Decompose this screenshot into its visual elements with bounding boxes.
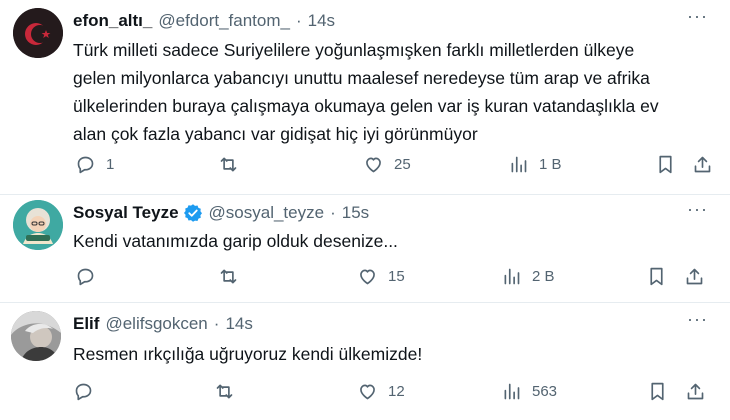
like-count: 25 — [394, 156, 411, 173]
reply-count: 1 — [106, 156, 115, 173]
avatar[interactable] — [13, 200, 63, 250]
views-count: 2 B — [532, 268, 555, 285]
views-button[interactable]: 2 B — [501, 266, 555, 287]
reply-icon — [77, 268, 94, 286]
action-bar: 1 25 1 B — [0, 154, 730, 178]
like-button[interactable]: 15 — [357, 266, 405, 287]
tweet-text: Türk milleti sadece Suriyelilere yoğunla… — [73, 36, 659, 148]
action-bar: 12 563 — [0, 381, 730, 405]
share-button[interactable] — [692, 154, 713, 175]
timestamp[interactable]: 15s — [342, 203, 369, 223]
more-icon[interactable]: ··· — [687, 309, 708, 330]
repost-icon — [220, 157, 237, 172]
tweet-text-line: Türk milleti sadece Suriyelilere yoğunla… — [73, 40, 635, 60]
bookmark-button[interactable] — [646, 266, 667, 287]
timestamp[interactable]: 14s — [225, 314, 252, 334]
views-icon — [504, 383, 520, 400]
views-button[interactable]: 1 B — [508, 154, 562, 175]
tweet-3[interactable]: Elif @elifsgokcen · 14s ··· Resmen ırkçı… — [0, 303, 730, 420]
like-button[interactable]: 25 — [363, 154, 411, 175]
reply-button[interactable] — [75, 266, 106, 287]
author-name[interactable]: Sosyal Teyze — [73, 203, 179, 223]
bookmark-button[interactable] — [647, 381, 668, 402]
tweet-text-line: Kendi vatanımızda garip olduk desenize..… — [73, 231, 398, 251]
tweet-2[interactable]: Sosyal Teyze @sosyal_teyze · 15s ··· Ken… — [0, 195, 730, 302]
separator-dot: · — [295, 11, 302, 30]
tweet-text: Kendi vatanımızda garip olduk desenize..… — [73, 227, 398, 255]
share-icon — [686, 268, 703, 285]
separator-dot: · — [213, 314, 220, 333]
bookmark-icon — [659, 155, 672, 174]
avatar-photo-icon — [11, 311, 61, 361]
tweet-text: Resmen ırkçılığa uğruyoruz kendi ülkemiz… — [73, 340, 422, 368]
tweet-text-line: ülkelerinden buraya çalışmaya okumaya ge… — [73, 96, 659, 116]
like-icon — [366, 157, 381, 173]
reply-button[interactable] — [73, 381, 104, 402]
verified-icon — [183, 204, 202, 222]
bookmark-button[interactable] — [655, 154, 676, 175]
author-name[interactable]: Elif — [73, 314, 99, 334]
author-handle[interactable]: @elifsgokcen — [105, 314, 207, 334]
bookmark-icon — [650, 267, 663, 286]
repost-button[interactable] — [214, 381, 245, 402]
action-bar: 15 2 B — [0, 266, 730, 290]
like-count: 15 — [388, 268, 405, 285]
like-button[interactable]: 12 — [357, 381, 405, 402]
author-handle[interactable]: @sosyal_teyze — [209, 203, 325, 223]
bookmark-icon — [651, 382, 664, 401]
like-icon — [360, 384, 375, 400]
share-icon — [694, 156, 711, 173]
repost-button[interactable] — [218, 154, 249, 175]
tweet-text-line: Resmen ırkçılığa uğruyoruz kendi ülkemiz… — [73, 344, 423, 364]
tweet-1[interactable]: efon_altı_ @efdort_fantom_ · 14s ··· Tür… — [0, 0, 730, 195]
share-button[interactable] — [684, 266, 705, 287]
author-name[interactable]: efon_altı_ — [73, 11, 152, 31]
share-icon — [687, 383, 704, 400]
author-handle[interactable]: @efdort_fantom_ — [158, 11, 290, 31]
avatar[interactable] — [13, 8, 63, 58]
like-icon — [360, 269, 375, 285]
timestamp[interactable]: 14s — [308, 11, 335, 31]
reply-icon — [77, 156, 94, 174]
like-count: 12 — [388, 383, 405, 400]
views-count: 563 — [532, 383, 558, 400]
views-button[interactable]: 563 — [501, 381, 557, 402]
repost-icon — [216, 384, 233, 399]
avatar[interactable] — [11, 311, 61, 361]
tweet-text-line: alan çok fazla yabancı var gidişat hiç i… — [73, 124, 478, 144]
more-icon[interactable]: ··· — [687, 199, 708, 220]
avatar-grandma-icon — [13, 200, 63, 250]
separator-dot: · — [330, 203, 336, 222]
views-icon — [504, 268, 520, 285]
tweet-text-line: gelen milyonlarca yabancıyı unuttu maale… — [73, 68, 650, 88]
views-count: 1 B — [539, 156, 562, 173]
avatar-crescent-icon — [13, 8, 63, 58]
repost-icon — [220, 269, 237, 284]
reply-icon — [75, 383, 92, 401]
views-icon — [511, 156, 527, 173]
more-icon[interactable]: ··· — [687, 6, 708, 27]
reply-button[interactable]: 1 — [75, 154, 114, 175]
repost-button[interactable] — [218, 266, 249, 287]
share-button[interactable] — [685, 381, 706, 402]
